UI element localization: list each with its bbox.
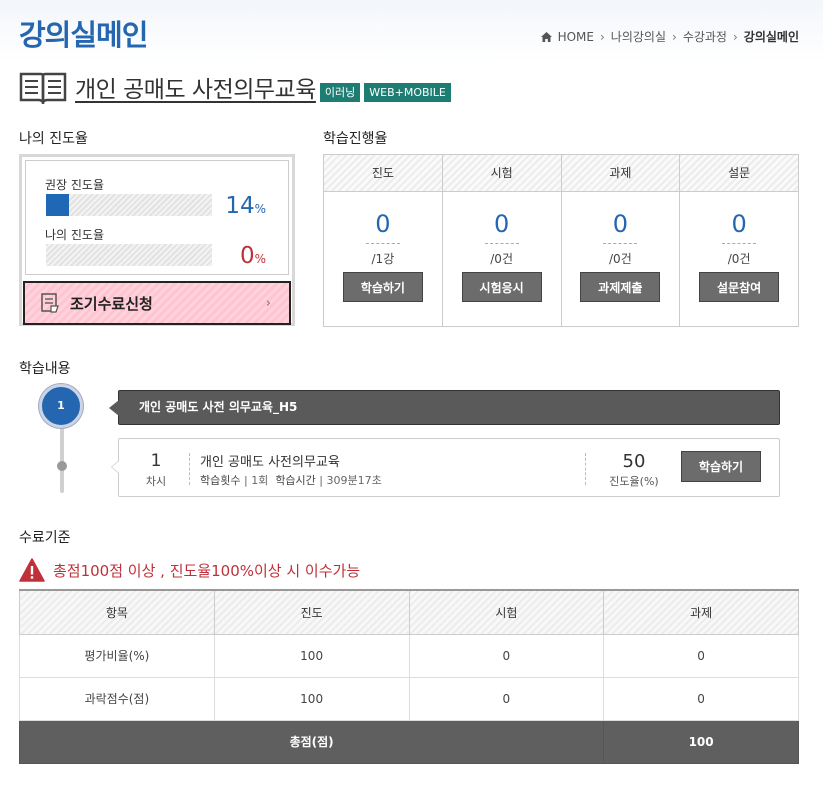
divider [722,243,757,244]
learning-col-total: /0건 [609,252,632,266]
learning-col-head: 설문 [680,155,798,192]
book-icon [19,72,67,104]
progress-inner: 권장 진도율 14% 나의 진도율 0% [25,160,289,275]
chevron-right-icon: › [265,296,271,311]
table-cell: 평가비율(%) [19,633,215,678]
join-survey-button[interactable]: 설문참여 [699,272,780,302]
total-value: 100 [603,719,799,764]
table-header: 진도 [213,589,410,635]
breadcrumb-home[interactable]: HOME [558,30,594,44]
table-cell: 0 [603,633,799,678]
divider [484,243,519,244]
timeline-line [60,420,64,493]
recommended-progress-fill [46,194,70,216]
table-header-row: 항목 진도 시험 과제 [19,589,799,635]
divider [603,243,638,244]
my-progress-panel: 권장 진도율 14% 나의 진도율 0% 조기수료신청 › [19,154,295,326]
learning-rate-panel: 진도 0 /1강 학습하기 시험 0 /0건 시험응시 과제 0 /0건 과제제… [323,154,799,327]
chevron-right-icon: › [599,29,605,44]
lesson-number: 1 [150,451,162,471]
warning-icon [19,558,45,582]
lesson-card: 1 차시 개인 공매도 사전의무교육 학습횟수 | 1회 학습시간 | 309분… [111,438,780,497]
study-time-value: 309분17초 [326,474,382,487]
breadcrumb: HOME › 나의강의실 › 수강과정 › 강의실메인 [540,28,799,45]
lesson-progress-label: 진도율(%) [609,475,659,488]
learning-col-total: /0건 [490,252,513,266]
learning-col-assignment: 과제 0 /0건 과제제출 [561,155,681,326]
table-cell: 0 [408,633,605,678]
table-header: 시험 [408,589,605,635]
page-title: 강의실메인 [19,18,148,52]
divider [365,243,400,244]
table-row: 평가비율(%) 100 0 0 [19,633,799,678]
table-header: 과제 [603,589,799,635]
take-exam-button[interactable]: 시험응시 [461,272,542,302]
learning-col-head: 진도 [324,155,442,192]
learning-col-value: 0 [731,210,747,238]
my-progress-label: 나의 진도율 [19,131,88,147]
recommended-progress-value: 14% [225,193,266,219]
learning-col-head: 시험 [442,155,561,192]
table-row: 과락점수(점) 100 0 0 [19,676,799,721]
badge-web-mobile: WEB+MOBILE [364,82,451,102]
my-progress-label-inner: 나의 진도율 [45,228,105,242]
breadcrumb-my-classroom[interactable]: 나의강의실 [611,28,666,45]
table-cell: 과락점수(점) [19,676,215,721]
lesson-meta: 학습횟수 | 1회 학습시간 | 309분17초 [200,474,382,487]
lesson-marker [57,461,67,471]
course-title: 개인 공매도 사전의무교육 [75,77,316,103]
criteria-message: 총점100점 이상 , 진도율100%이상 시 이수가능 [19,558,360,582]
study-count-value: 1회 [251,474,269,487]
learning-rate-label: 학습진행율 [323,131,388,147]
lesson-progress-value: 50 [622,451,646,472]
lesson-study-button[interactable]: 학습하기 [681,451,761,482]
table-cell: 100 [213,676,410,721]
study-time-label: 학습시간 [275,474,316,487]
chapter-marker: 1 [39,384,83,428]
learning-col-exam: 시험 0 /0건 시험응시 [442,155,562,326]
lesson-number-label: 차시 [145,475,167,488]
table-header: 항목 [19,589,215,635]
my-progress-value: 0% [239,243,266,269]
home-icon [540,31,552,42]
total-label: 총점(점) [18,719,605,764]
table-cell: 0 [408,676,605,721]
learning-col-total: /0건 [727,252,751,266]
document-icon [41,293,59,313]
early-completion-button[interactable]: 조기수료신청 › [23,281,291,325]
lesson-title: 개인 공매도 사전의무교육 [200,455,340,470]
chevron-right-icon: › [672,29,677,44]
learning-col-value: 0 [493,210,510,238]
course-header: 개인 공매도 사전의무교육 이러닝 WEB+MOBILE [19,70,451,104]
chevron-right-icon: › [732,29,738,44]
chapter-title: 개인 공매도 사전 의무교육_H5 [109,390,780,425]
divider [189,453,190,485]
criteria-label: 수료기준 [19,530,71,546]
table-cell: 100 [213,633,410,678]
learning-col-value: 0 [375,210,391,238]
study-button[interactable]: 학습하기 [342,272,423,302]
breadcrumb-courses[interactable]: 수강과정 [683,28,727,45]
early-completion-label: 조기수료신청 [70,294,153,313]
total-row: 총점(점) 100 [18,719,799,764]
badge-elearning: 이러닝 [319,82,361,102]
recommended-progress-bar [46,194,212,216]
learning-col-progress: 진도 0 /1강 학습하기 [324,155,443,326]
recommended-progress-label: 권장 진도율 [45,178,105,192]
study-count-label: 학습횟수 [200,474,241,487]
contents-label: 학습내용 [19,361,71,377]
learning-col-survey: 설문 0 /0건 설문참여 [680,155,798,326]
table-cell: 0 [603,676,799,721]
breadcrumb-current: 강의실메인 [743,30,799,44]
learning-col-total: /1강 [371,252,395,266]
learning-col-value: 0 [612,210,629,238]
my-progress-bar [46,244,212,266]
submit-assignment-button[interactable]: 과제제출 [580,272,661,302]
criteria-message-text: 총점100점 이상 , 진도율100%이상 시 이수가능 [53,561,361,580]
learning-col-head: 과제 [561,155,680,192]
divider [585,453,586,485]
criteria-table: 항목 진도 시험 과제 평가비율(%) 100 0 0 과락점수(점) 100 … [18,589,799,764]
